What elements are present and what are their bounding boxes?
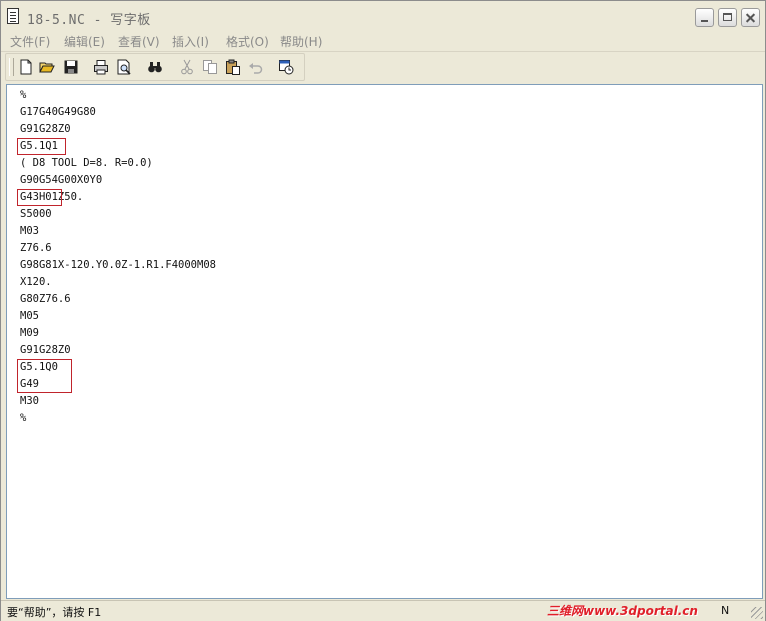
code-line: % — [20, 412, 27, 424]
cut-icon — [181, 59, 193, 75]
code-line: G90G54G00X0Y0 — [20, 174, 103, 186]
status-bar: 要“帮助”，请按 F1 三维网www.3dportal.cn N — [1, 600, 765, 621]
print-preview-icon[interactable] — [116, 59, 132, 75]
standard-toolbar — [5, 53, 305, 81]
menu-view[interactable]: 查看(V) — [118, 33, 160, 50]
code-line: Z76.6 — [20, 242, 52, 254]
status-indicator: N — [721, 604, 730, 617]
find-icon[interactable] — [147, 59, 163, 75]
code-line: M30 — [20, 395, 39, 407]
copy-icon — [203, 60, 217, 74]
wordpad-app-icon[interactable] — [7, 8, 19, 24]
save-icon[interactable] — [63, 59, 79, 75]
paste-icon[interactable] — [225, 59, 241, 75]
code-line: G80Z76.6 — [20, 293, 71, 305]
highlight-box-g43h01 — [17, 189, 62, 206]
code-line: G98G81X-120.Y0.0Z-1.R1.F4000M08 — [20, 259, 216, 271]
insert-date-time-icon[interactable] — [278, 59, 294, 75]
document-editor[interactable]: % G17G40G49G80 G91G28Z0 G5.1Q1 ( D8 TOOL… — [6, 84, 763, 599]
menu-format[interactable]: 格式(O) — [226, 33, 269, 50]
code-line: M09 — [20, 327, 39, 339]
code-line: M05 — [20, 310, 39, 322]
code-line: S5000 — [20, 208, 52, 220]
resize-grip[interactable] — [751, 607, 763, 619]
maximize-button[interactable] — [718, 8, 737, 27]
menu-help[interactable]: 帮助(H) — [280, 33, 322, 50]
print-icon[interactable] — [93, 59, 109, 75]
code-line: G91G28Z0 — [20, 123, 71, 135]
watermark-text: 三维网www.3dportal.cn — [547, 604, 698, 618]
code-line: G91G28Z0 — [20, 344, 71, 356]
menu-file[interactable]: 文件(F) — [10, 33, 50, 50]
code-line: X120. — [20, 276, 52, 288]
code-line: % — [20, 89, 27, 101]
new-file-icon[interactable] — [18, 59, 34, 75]
code-line: G17G40G49G80 — [20, 106, 96, 118]
menu-bar: 文件(F) 编辑(E) 查看(V) 插入(I) 格式(O) 帮助(H) — [1, 31, 765, 52]
minimize-button[interactable] — [695, 8, 714, 27]
toolbar-grip[interactable] — [9, 58, 14, 76]
title-bar[interactable]: 18-5.NC - 写字板 — [1, 1, 765, 31]
menu-edit[interactable]: 编辑(E) — [64, 33, 105, 50]
code-line: ( D8 TOOL D=8. R=0.0) — [20, 157, 153, 169]
code-line: M03 — [20, 225, 39, 237]
highlight-box-g51q1 — [17, 138, 66, 155]
status-help-text: 要“帮助”，请按 F1 — [7, 606, 102, 619]
menu-insert[interactable]: 插入(I) — [172, 33, 209, 50]
wordpad-window: 18-5.NC - 写字板 文件(F) 编辑(E) 查看(V) 插入(I) 格式… — [0, 0, 766, 621]
highlight-box-g51q0-g49 — [17, 359, 72, 393]
window-title: 18-5.NC - 写字板 — [27, 13, 151, 28]
undo-icon — [249, 63, 263, 74]
close-button[interactable] — [741, 8, 760, 27]
open-folder-icon[interactable] — [39, 59, 55, 75]
